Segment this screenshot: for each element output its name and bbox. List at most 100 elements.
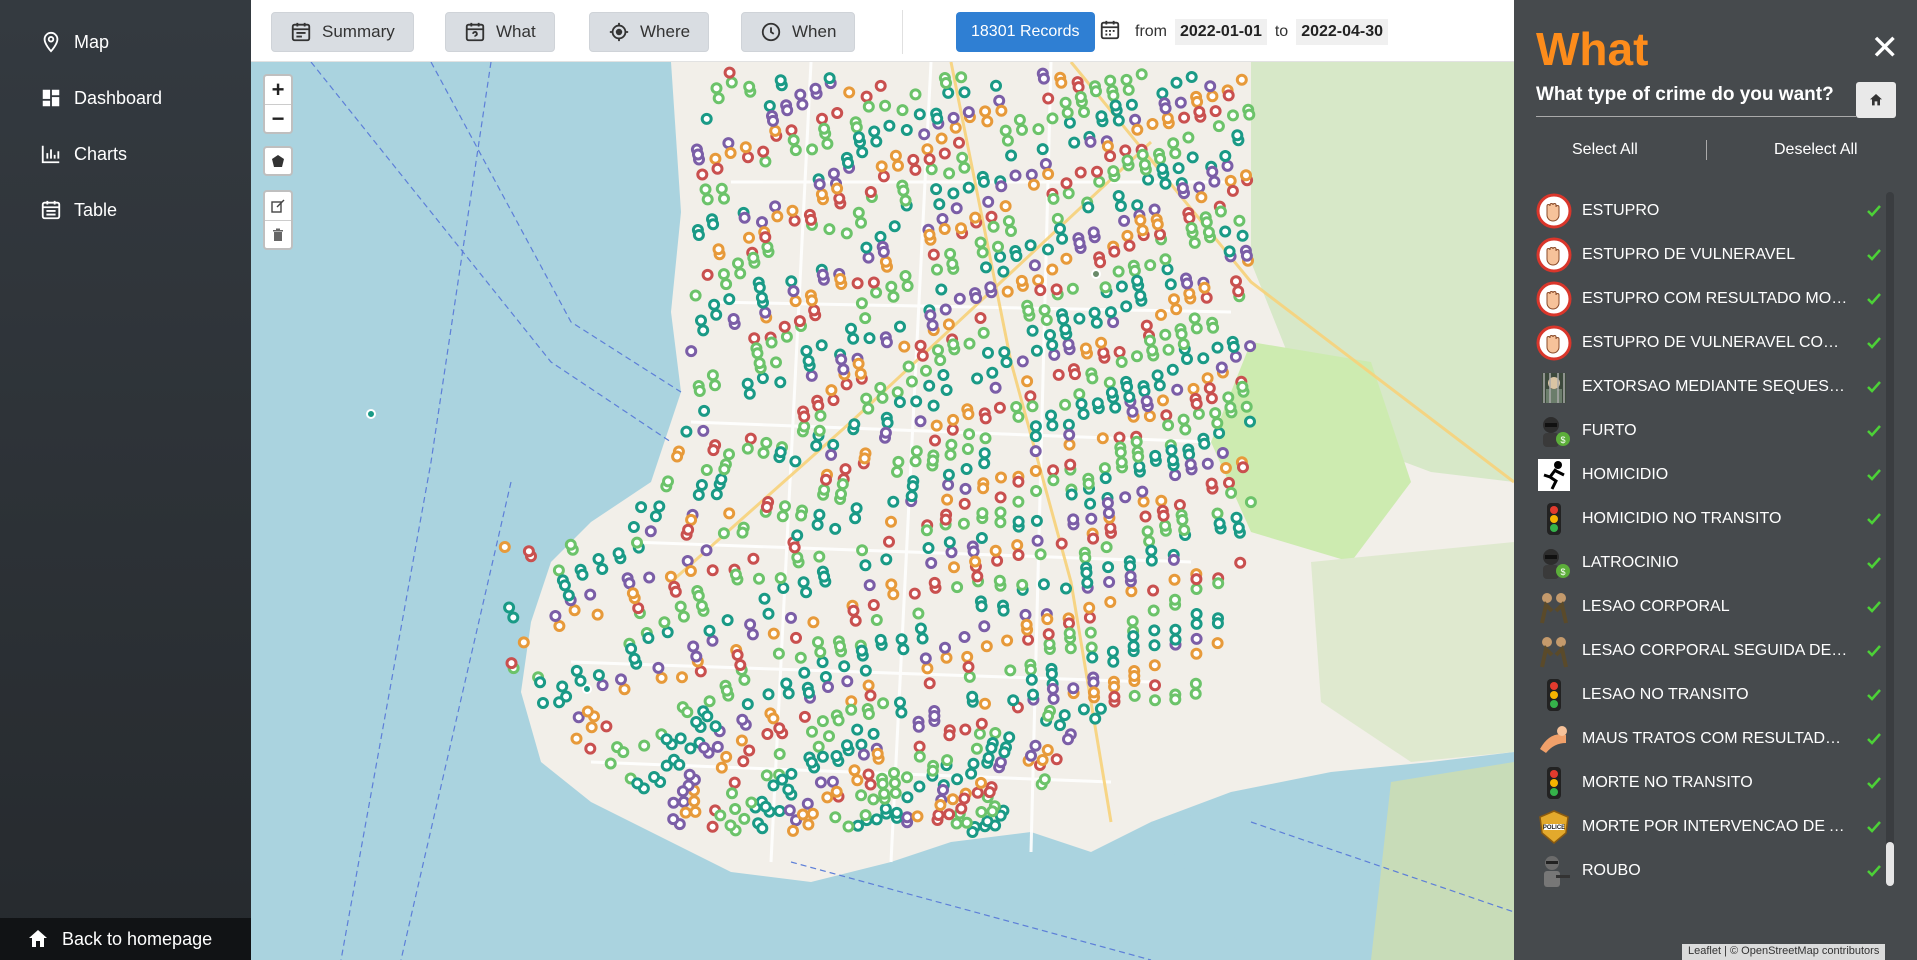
crime-marker[interactable] [798, 666, 811, 679]
crime-marker[interactable] [1190, 583, 1203, 595]
summary-button[interactable]: Summary [271, 12, 414, 52]
crime-marker[interactable] [883, 119, 896, 132]
crime-marker[interactable] [810, 439, 823, 452]
crime-marker[interactable] [1113, 346, 1126, 358]
crime-marker[interactable] [773, 722, 786, 735]
crime-marker[interactable] [805, 756, 818, 769]
crime-marker[interactable] [1205, 477, 1218, 490]
crime-marker[interactable] [1211, 507, 1224, 520]
crime-marker[interactable] [1233, 214, 1246, 227]
crime-marker[interactable] [774, 446, 787, 459]
crime-marker[interactable] [947, 413, 960, 426]
crime-marker[interactable] [741, 698, 754, 711]
crime-marker[interactable] [912, 720, 925, 733]
crime-marker[interactable] [1055, 76, 1068, 89]
crime-marker[interactable] [1208, 175, 1221, 188]
crime-marker[interactable] [1203, 382, 1216, 395]
crime-marker[interactable] [1188, 236, 1201, 249]
crime-marker[interactable] [1042, 92, 1055, 105]
crime-marker[interactable] [604, 757, 617, 770]
crime-marker[interactable] [1190, 632, 1203, 645]
crime-marker[interactable] [789, 295, 802, 308]
crime-marker[interactable] [943, 536, 956, 549]
crime-marker[interactable] [981, 815, 994, 828]
crime-marker[interactable] [572, 711, 585, 724]
crime-marker[interactable] [1026, 400, 1039, 413]
crime-marker[interactable] [1159, 253, 1172, 266]
crime-marker[interactable] [1159, 519, 1172, 532]
crime-marker[interactable] [681, 706, 694, 719]
crime-marker[interactable] [834, 640, 846, 653]
crime-marker[interactable] [695, 479, 708, 491]
crime-marker[interactable] [962, 660, 975, 673]
crime-marker[interactable] [1132, 450, 1145, 463]
crime-marker[interactable] [774, 572, 787, 585]
crime-marker[interactable] [1136, 148, 1149, 161]
crime-marker[interactable] [592, 553, 605, 565]
crime-marker[interactable] [788, 214, 801, 227]
crime-marker[interactable] [1211, 417, 1224, 430]
crime-marker[interactable] [970, 742, 983, 755]
crime-marker[interactable] [864, 689, 877, 702]
crime-marker[interactable] [1171, 383, 1184, 396]
crime-marker[interactable] [1236, 380, 1249, 393]
crime-marker[interactable] [676, 671, 688, 684]
crime-marker[interactable] [1128, 264, 1141, 277]
crime-marker[interactable] [975, 717, 988, 730]
crime-marker[interactable] [1082, 201, 1095, 214]
crime-marker[interactable] [1106, 645, 1119, 658]
crime-marker[interactable] [1062, 187, 1075, 200]
checkmark-icon[interactable] [1866, 687, 1882, 703]
crime-map[interactable]: + − [251, 62, 1514, 960]
crime-marker[interactable] [997, 604, 1010, 617]
crime-marker[interactable] [881, 416, 894, 429]
crime-marker[interactable] [948, 561, 960, 574]
crime-marker[interactable] [744, 618, 757, 631]
crime-marker[interactable] [1115, 356, 1128, 368]
crime-marker[interactable] [505, 657, 518, 670]
crime-marker[interactable] [1153, 379, 1166, 392]
crime-marker[interactable] [1028, 259, 1041, 272]
crime-marker[interactable] [932, 809, 945, 821]
crime-marker[interactable] [1024, 239, 1037, 252]
crime-marker[interactable] [928, 710, 941, 722]
crime-marker[interactable] [690, 716, 703, 728]
crime-marker[interactable] [795, 509, 808, 522]
crime-marker[interactable] [1024, 390, 1037, 403]
sidebar-item-dashboard[interactable]: Dashboard [40, 80, 162, 116]
crime-marker[interactable] [859, 312, 872, 325]
crime-marker[interactable] [899, 194, 912, 207]
crime-marker[interactable] [855, 297, 868, 310]
crime-marker[interactable] [1020, 618, 1033, 631]
crime-marker[interactable] [1213, 517, 1226, 530]
scrollbar-thumb[interactable] [1886, 842, 1894, 886]
crime-marker[interactable] [1032, 123, 1045, 136]
deselect-all-button[interactable]: Deselect All [1774, 141, 1858, 159]
crime-marker[interactable] [1024, 663, 1037, 676]
crime-marker[interactable] [1036, 754, 1049, 766]
crime-marker[interactable] [664, 570, 677, 583]
crime-marker[interactable] [806, 143, 819, 156]
crime-marker[interactable] [851, 277, 864, 290]
crime-marker[interactable] [1107, 316, 1120, 329]
crime-marker[interactable] [781, 104, 794, 117]
crime-marker[interactable] [1131, 123, 1144, 136]
crime-marker[interactable] [888, 767, 900, 779]
crime-marker[interactable] [963, 670, 976, 683]
checkmark-icon[interactable] [1866, 863, 1882, 879]
crime-marker[interactable] [848, 418, 861, 431]
crime-marker[interactable] [986, 805, 999, 818]
crime-marker[interactable] [926, 319, 939, 332]
crime-marker[interactable] [703, 695, 716, 708]
crime-marker[interactable] [939, 513, 952, 526]
crime-marker[interactable] [878, 787, 891, 800]
crime-marker[interactable] [906, 480, 919, 493]
crime-marker[interactable] [694, 665, 707, 678]
crime-marker[interactable] [814, 646, 827, 659]
crime-marker[interactable] [710, 308, 723, 321]
crime-marker[interactable] [990, 79, 1002, 92]
crime-marker[interactable] [958, 497, 971, 510]
crime-marker[interactable] [1108, 690, 1121, 703]
crime-marker[interactable] [627, 521, 640, 533]
crime-marker[interactable] [1074, 91, 1087, 103]
